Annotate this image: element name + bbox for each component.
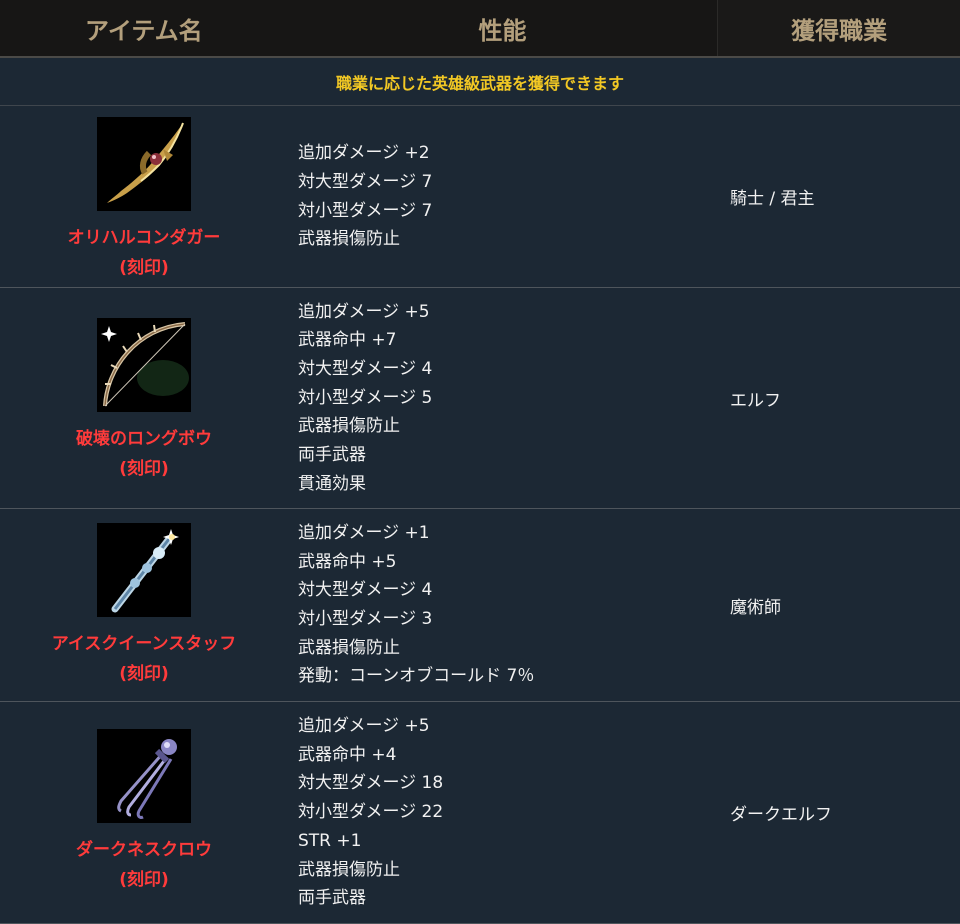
stat-line: 対大型ダメージ 4 bbox=[298, 358, 433, 379]
stat-line: 対小型ダメージ 3 bbox=[298, 609, 433, 629]
table-row: オリハルコンダガー (刻印) 追加ダメージ +2 対大型ダメージ 7 対小型ダメ… bbox=[0, 106, 960, 288]
stat-line: 武器命中 +5 bbox=[298, 551, 397, 572]
item-name: ダークネスクロウ (刻印) bbox=[76, 835, 212, 895]
stat-line: 発動：コーンオブコールド 7％ bbox=[298, 666, 535, 687]
stat-line: STR +1 bbox=[298, 830, 362, 851]
item-name: オリハルコンダガー (刻印) bbox=[68, 223, 221, 283]
notice-row: 職業に応じた英雄級武器を獲得できます bbox=[0, 58, 960, 106]
item-cell: オリハルコンダガー (刻印) bbox=[0, 106, 288, 287]
stat-line: 追加ダメージ +2 bbox=[298, 143, 430, 164]
stat-line: 対大型ダメージ 4 bbox=[298, 580, 433, 601]
performance-cell: 追加ダメージ +5 武器命中 +4 対大型ダメージ 18 対小型ダメージ 22 … bbox=[288, 702, 718, 923]
stat-line: 両手武器 bbox=[298, 888, 366, 909]
table-row: ダークネスクロウ (刻印) 追加ダメージ +5 武器命中 +4 対大型ダメージ … bbox=[0, 702, 960, 924]
performance-cell: 追加ダメージ +2 対大型ダメージ 7 対小型ダメージ 7 武器損傷防止 bbox=[288, 106, 718, 287]
job-cell: ダークエルフ bbox=[730, 805, 832, 825]
item-cell: アイスクイーンスタッフ (刻印) bbox=[0, 509, 288, 701]
job-cell: 騎士 / 君主 bbox=[730, 189, 815, 209]
table-row: アイスクイーンスタッフ (刻印) 追加ダメージ +1 武器命中 +5 対大型ダメ… bbox=[0, 509, 960, 702]
stat-line: 武器命中 +4 bbox=[298, 744, 397, 765]
performance-cell: 追加ダメージ +1 武器命中 +5 対大型ダメージ 4 対小型ダメージ 3 武器… bbox=[288, 509, 718, 701]
stat-line: 追加ダメージ +5 bbox=[298, 716, 430, 737]
performance-cell: 追加ダメージ +5 武器命中 +7 対大型ダメージ 4 対小型ダメージ 5 武器… bbox=[288, 288, 718, 508]
item-tag: (刻印) bbox=[119, 870, 169, 890]
stat-line: 対小型ダメージ 7 bbox=[298, 200, 433, 221]
stat-line: 追加ダメージ +1 bbox=[298, 522, 430, 543]
item-name-label: オリハルコンダガー bbox=[67, 228, 221, 248]
stat-line: 武器損傷防止 bbox=[298, 416, 400, 437]
stat-line: 武器損傷防止 bbox=[298, 229, 400, 250]
stat-line: 対小型ダメージ 5 bbox=[298, 387, 433, 408]
item-cell: 破壊のロングボウ (刻印) bbox=[0, 288, 288, 508]
stat-line: 武器損傷防止 bbox=[298, 637, 400, 658]
item-table: アイテム名 性能 獲得職業 職業に応じた英雄級武器を獲得できます オリハルコンダ… bbox=[0, 0, 960, 924]
item-name: アイスクイーンスタッフ (刻印) bbox=[52, 629, 236, 689]
stat-line: 対小型ダメージ 22 bbox=[298, 802, 444, 823]
item-name-label: アイスクイーンスタッフ bbox=[51, 634, 237, 654]
stat-line: 武器命中 +7 bbox=[298, 330, 397, 351]
longbow-icon bbox=[97, 318, 191, 412]
table-row: 破壊のロングボウ (刻印) 追加ダメージ +5 武器命中 +7 対大型ダメージ … bbox=[0, 288, 960, 509]
table-header: アイテム名 性能 獲得職業 bbox=[0, 0, 960, 58]
item-tag: (刻印) bbox=[119, 459, 169, 479]
item-tag: (刻印) bbox=[119, 664, 169, 684]
stat-line: 両手武器 bbox=[298, 445, 366, 466]
item-cell: ダークネスクロウ (刻印) bbox=[0, 702, 288, 923]
staff-icon bbox=[97, 523, 191, 617]
item-name-label: ダークネスクロウ bbox=[76, 840, 212, 860]
item-name-label: 破壊のロングボウ bbox=[76, 429, 212, 449]
stat-line: 対大型ダメージ 18 bbox=[298, 773, 444, 794]
stat-line: 貫通効果 bbox=[298, 473, 366, 494]
dagger-icon bbox=[97, 117, 191, 211]
col-header-performance: 性能 bbox=[478, 16, 527, 45]
item-name: 破壊のロングボウ (刻印) bbox=[76, 424, 212, 484]
claw-icon bbox=[97, 729, 191, 823]
job-cell: エルフ bbox=[730, 390, 781, 411]
stat-line: 追加ダメージ +5 bbox=[298, 301, 430, 322]
job-cell: 魔術師 bbox=[730, 597, 781, 618]
item-tag: (刻印) bbox=[119, 258, 169, 278]
col-header-item-name: アイテム名 bbox=[85, 16, 203, 45]
stat-line: 武器損傷防止 bbox=[298, 859, 400, 880]
col-header-job: 獲得職業 bbox=[717, 0, 960, 56]
stat-line: 対大型ダメージ 7 bbox=[298, 171, 433, 192]
